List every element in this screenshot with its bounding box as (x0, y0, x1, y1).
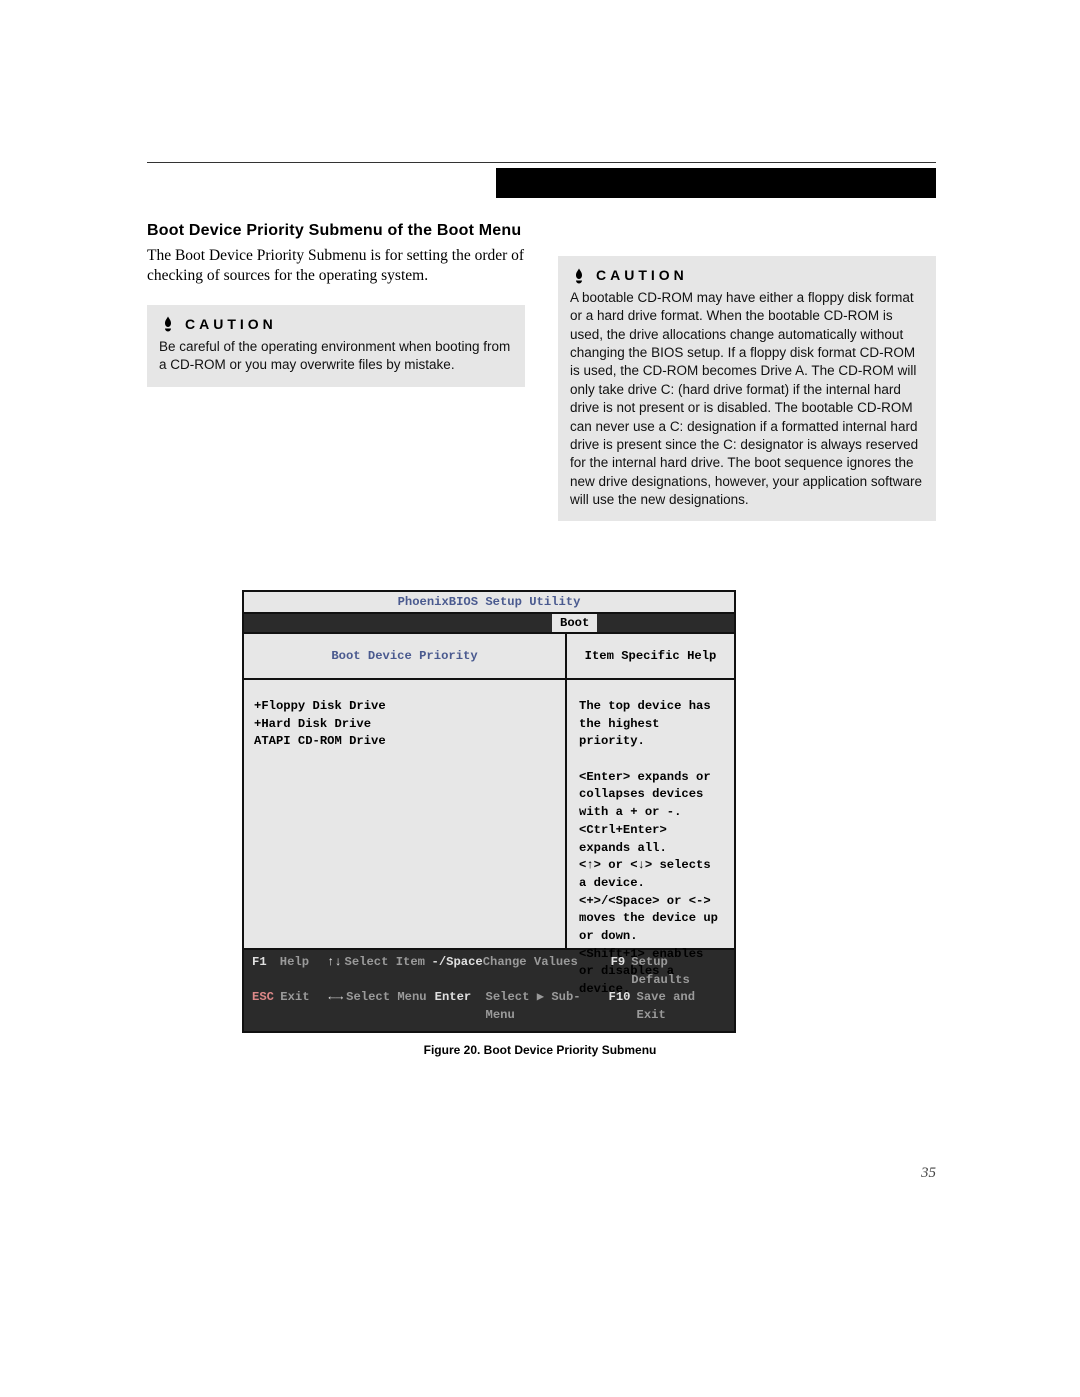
header-black-bar (496, 168, 936, 198)
footer-label: Save and Exit (637, 989, 727, 1024)
bios-device-list: +Floppy Disk Drive +Hard Disk Drive ATAP… (244, 680, 565, 948)
caution-icon (159, 315, 177, 333)
left-column: Boot Device Priority Submenu of the Boot… (147, 222, 525, 521)
footer-label: Setup Defaults (631, 954, 726, 989)
bios-right-heading: Item Specific Help (567, 634, 734, 680)
footer-label: Select Item (345, 954, 432, 989)
footer-key: F9 (597, 954, 631, 989)
bios-title: PhoenixBIOS Setup Utility (244, 592, 734, 614)
caution-box-left: CAUTION Be careful of the operating envi… (147, 305, 525, 387)
bios-footer: F1 Help ↑↓ Select Item -/Space Change Va… (244, 948, 734, 1031)
footer-key: ←→ (325, 989, 346, 1024)
bios-window: PhoenixBIOS Setup Utility Boot Boot Devi… (242, 590, 736, 1033)
body-columns: Boot Device Priority Submenu of the Boot… (147, 222, 936, 521)
bios-tab-row: Boot (244, 614, 734, 634)
caution-text: Be careful of the operating environment … (159, 338, 513, 375)
footer-key: ↑↓ (324, 954, 344, 989)
bios-left-heading: Boot Device Priority (244, 634, 565, 680)
caution-heading: CAUTION (570, 266, 924, 285)
footer-key: Enter (435, 989, 486, 1024)
footer-key: F10 (602, 989, 636, 1024)
footer-key: -/Space (432, 954, 483, 989)
caution-heading: CAUTION (159, 315, 513, 334)
footer-label: Help (280, 954, 324, 989)
header-rule (147, 162, 936, 163)
section-title: Boot Device Priority Submenu of the Boot… (147, 222, 525, 240)
list-item: ATAPI CD-ROM Drive (254, 733, 565, 751)
bios-left-pane: Boot Device Priority +Floppy Disk Drive … (244, 634, 567, 948)
figure-caption: Figure 20. Boot Device Priority Submenu (0, 1043, 1080, 1057)
caution-icon (570, 267, 588, 285)
list-item: +Floppy Disk Drive (254, 698, 565, 716)
bios-tab-boot: Boot (552, 614, 597, 632)
caution-box-right: CAUTION A bootable CD-ROM may have eithe… (558, 256, 936, 521)
caution-label: CAUTION (596, 266, 688, 285)
footer-label: Select Menu (346, 989, 435, 1024)
footer-label: Select ▶ Sub-Menu (486, 989, 603, 1024)
intro-paragraph: The Boot Device Priority Submenu is for … (147, 246, 525, 287)
bios-footer-row-2: ESC Exit ←→ Select Menu Enter Select ▶ S… (252, 989, 726, 1024)
footer-label: Exit (280, 989, 325, 1024)
bios-right-pane: Item Specific Help The top device has th… (567, 634, 734, 948)
caution-label: CAUTION (185, 315, 277, 334)
footer-key: ESC (252, 989, 280, 1024)
bios-body: Boot Device Priority +Floppy Disk Drive … (244, 634, 734, 948)
caution-text: A bootable CD-ROM may have either a flop… (570, 289, 924, 509)
footer-key: F1 (252, 954, 280, 989)
page: Boot Device Priority Submenu of the Boot… (0, 0, 1080, 1397)
bios-help-text: The top device has the highest priority.… (567, 680, 734, 948)
right-column: CAUTION A bootable CD-ROM may have eithe… (558, 222, 936, 521)
list-item: +Hard Disk Drive (254, 716, 565, 734)
page-number: 35 (0, 1165, 936, 1182)
bios-footer-row-1: F1 Help ↑↓ Select Item -/Space Change Va… (252, 954, 726, 989)
footer-label: Change Values (483, 954, 598, 989)
